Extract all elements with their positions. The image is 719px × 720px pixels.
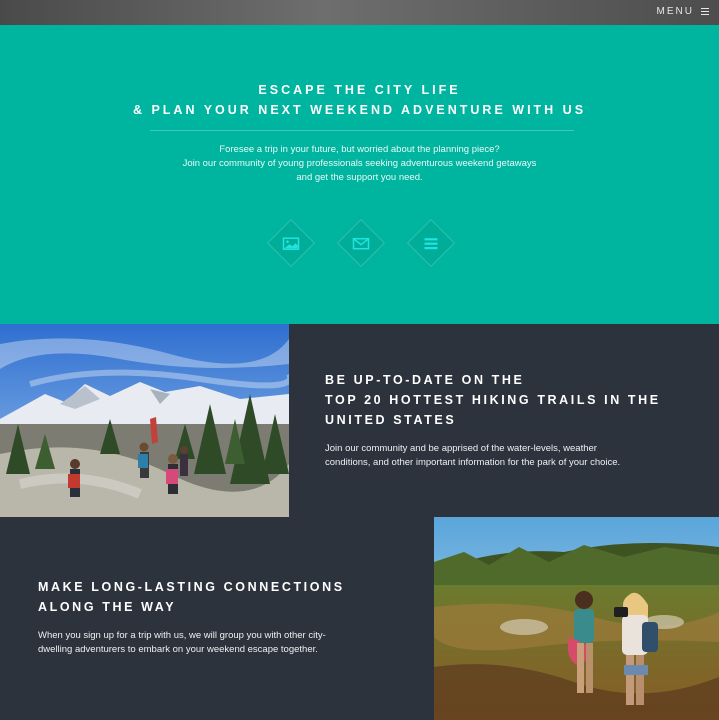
list-button[interactable]	[406, 218, 456, 268]
hero-title-line: ESCAPE THE CITY LIFE	[258, 83, 461, 97]
list-icon	[424, 238, 438, 250]
connections-description: When you sign up for a trip with us, we …	[38, 629, 326, 657]
hero-description: Foresee a trip in your future, but worri…	[0, 143, 719, 185]
trails-title-line: BE UP-TO-DATE ON THE	[325, 373, 525, 387]
connections-text-line: When you sign up for a trip with us, we …	[38, 630, 326, 641]
trails-title: BE UP-TO-DATE ON THE TOP 20 HOTTEST HIKI…	[325, 370, 661, 430]
connections-title-line: MAKE LONG-LASTING CONNECTIONS	[38, 580, 345, 594]
gallery-button[interactable]	[266, 218, 316, 268]
image-icon	[282, 237, 300, 250]
hero-text-line: and get the support you need.	[296, 172, 423, 183]
trails-title-line: TOP 20 HOTTEST HIKING TRAILS IN THE	[325, 393, 661, 407]
top-bar: MENU	[0, 0, 719, 25]
trails-title-line: UNITED STATES	[325, 413, 457, 427]
connections-title-line: ALONG THE WAY	[38, 600, 177, 614]
connections-section: MAKE LONG-LASTING CONNECTIONS ALONG THE …	[0, 517, 719, 720]
hero-title-line: & PLAN YOUR NEXT WEEKEND ADVENTURE WITH …	[132, 103, 587, 117]
envelope-icon	[352, 237, 370, 250]
hero-divider	[150, 130, 574, 131]
travelers-camera-photo	[434, 517, 719, 720]
trails-section: BE UP-TO-DATE ON THE TOP 20 HOTTEST HIKI…	[0, 324, 719, 517]
hero-title: ESCAPE THE CITY LIFE & PLAN YOUR NEXT WE…	[0, 80, 719, 120]
trails-text-line: Join our community and be apprised of th…	[325, 443, 597, 454]
menu-button[interactable]: MENU	[657, 6, 709, 17]
hikers-mountain-photo	[0, 324, 289, 517]
hero-text-line: Join our community of young professional…	[182, 158, 537, 169]
contact-button[interactable]	[336, 218, 386, 268]
trails-description: Join our community and be apprised of th…	[325, 442, 620, 470]
menu-label: MENU	[656, 6, 694, 17]
connections-title: MAKE LONG-LASTING CONNECTIONS ALONG THE …	[38, 577, 345, 617]
hamburger-icon	[701, 8, 709, 15]
trails-text-line: conditions, and other important informat…	[325, 457, 621, 468]
hero-section: ESCAPE THE CITY LIFE & PLAN YOUR NEXT WE…	[0, 25, 719, 324]
connections-text-line: dwelling adventurers to embark on your w…	[38, 644, 318, 655]
hero-text-line: Foresee a trip in your future, but worri…	[219, 144, 500, 155]
